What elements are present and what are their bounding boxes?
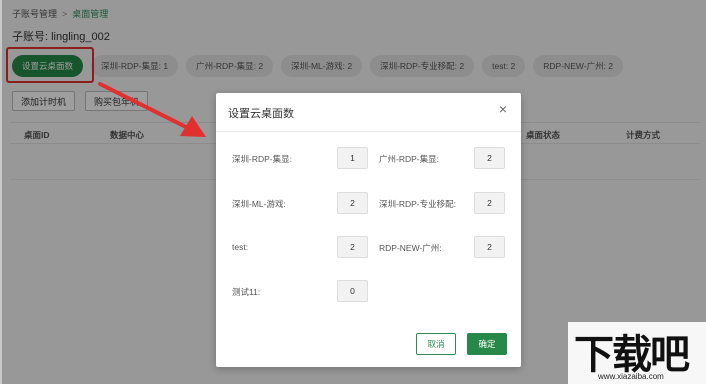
dialog-title: 设置云桌面数 xyxy=(228,108,294,120)
dialog-divider xyxy=(216,131,521,132)
watermark-url: www.xiazaiba.com xyxy=(598,372,664,381)
confirm-button[interactable]: 确定 xyxy=(467,333,507,355)
close-icon[interactable]: × xyxy=(495,101,511,117)
cancel-button[interactable]: 取消 xyxy=(416,333,456,355)
input-test[interactable]: 2 xyxy=(337,236,368,258)
field-label-test11: 测试11: xyxy=(232,287,261,297)
input-test11[interactable]: 0 xyxy=(337,280,368,302)
field-label-shenzhen-rdp-pro: 深圳-RDP-专业移配: xyxy=(379,199,456,209)
input-shenzhen-ml-game[interactable]: 2 xyxy=(337,192,368,214)
field-label-shenzhen-ml-game: 深圳-ML-游戏: xyxy=(232,199,286,209)
input-guangzhou-rdp-jixian[interactable]: 2 xyxy=(474,147,505,169)
left-edge-bar xyxy=(0,0,2,384)
input-shenzhen-rdp-pro[interactable]: 2 xyxy=(474,192,505,214)
input-shenzhen-rdp-jixian[interactable]: 1 xyxy=(337,147,368,169)
set-desktop-count-dialog: 设置云桌面数 × 深圳-RDP-集显: 1 广州-RDP-集显: 2 深圳-ML… xyxy=(216,93,521,367)
field-label-test: test: xyxy=(232,242,249,252)
field-label-guangzhou-rdp-jixian: 广州-RDP-集显: xyxy=(379,154,439,164)
input-rdp-new-guangzhou[interactable]: 2 xyxy=(474,236,505,258)
field-label-rdp-new-guangzhou: RDP-NEW-广州: xyxy=(379,243,442,253)
field-label-shenzhen-rdp-jixian: 深圳-RDP-集显: xyxy=(232,154,292,164)
watermark-logo: 下载吧 www.xiazaiba.com xyxy=(568,322,706,384)
